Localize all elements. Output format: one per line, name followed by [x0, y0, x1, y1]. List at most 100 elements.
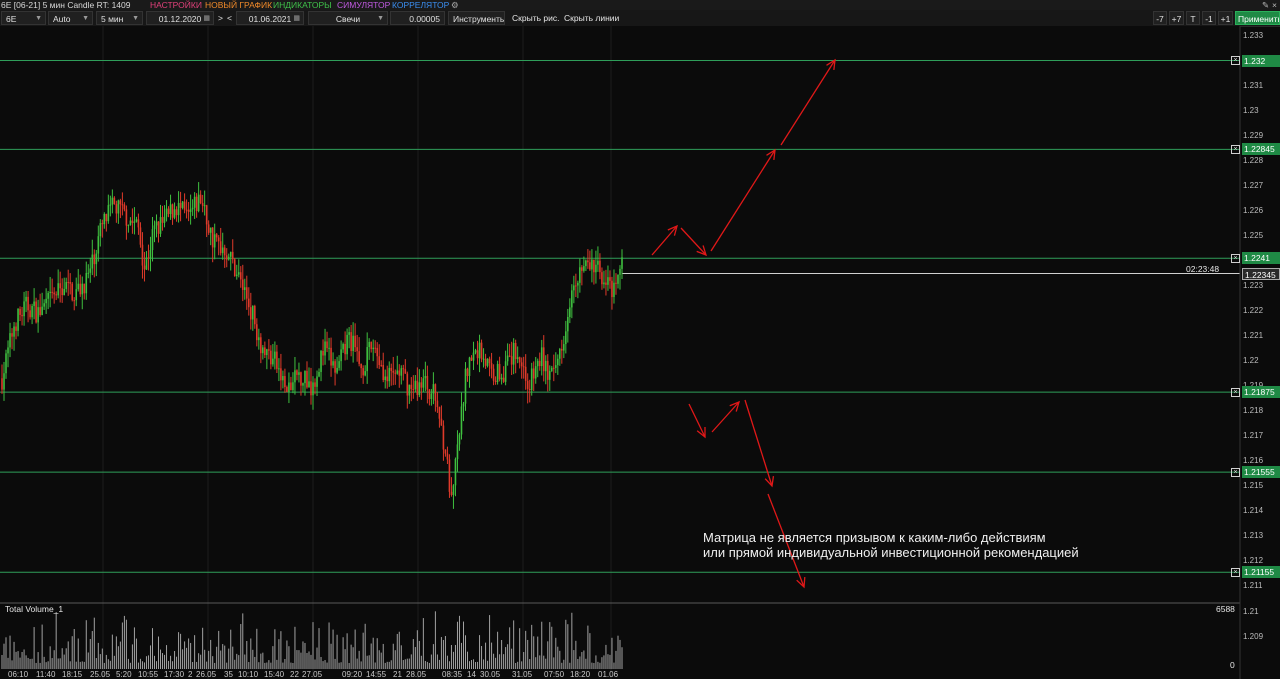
symbol-select[interactable]: 6E ▼ — [1, 11, 46, 25]
candle-body — [119, 200, 122, 205]
candle-body — [183, 201, 186, 210]
candle-body — [502, 377, 505, 382]
pin-icon[interactable]: ✎ — [1262, 0, 1269, 10]
candle-body — [51, 291, 53, 293]
remove-level-icon[interactable]: × — [1231, 253, 1240, 263]
minus7-button[interactable]: -7 — [1153, 11, 1167, 25]
hide-lines-button[interactable]: Скрыть линии — [564, 11, 619, 25]
chart-type-select[interactable]: Свечи ▼ — [308, 11, 388, 25]
candle-body — [229, 251, 232, 257]
candle-body — [609, 277, 611, 281]
t-button[interactable]: T — [1186, 11, 1200, 25]
candle-body — [514, 342, 517, 360]
candle-body — [254, 305, 256, 325]
candle-body — [444, 449, 447, 454]
menu-settings[interactable]: НАСТРОЙКИ — [150, 0, 202, 10]
candle-body — [336, 367, 338, 373]
candle-body — [320, 350, 322, 372]
candle-body — [504, 361, 507, 382]
candle-body — [217, 237, 220, 242]
time-tick-label: 2 — [188, 670, 193, 679]
candle-body — [1, 378, 3, 390]
candle-body — [591, 259, 593, 270]
candle-body — [181, 201, 184, 208]
candle-body — [13, 326, 15, 337]
candle-body — [358, 351, 360, 364]
plus1-button[interactable]: +1 — [1218, 11, 1233, 25]
date-to-field[interactable]: 01.06.2021 ▦ — [236, 11, 304, 25]
candle-body — [25, 296, 27, 302]
candle-body — [77, 283, 80, 290]
menu-correlator[interactable]: КОРРЕЛЯТОР — [392, 0, 449, 10]
minus1-button[interactable]: -1 — [1202, 11, 1216, 25]
price-chart[interactable] — [0, 26, 1280, 679]
candle-body — [39, 307, 41, 315]
candle-body — [432, 384, 435, 394]
remove-level-icon[interactable]: × — [1231, 144, 1240, 154]
date-from-field[interactable]: 01.12.2020 ▦ — [146, 11, 214, 25]
volume-max-label: 6588 — [1216, 604, 1235, 614]
chevron-down-icon: ▼ — [132, 15, 139, 22]
hide-drawings-button[interactable]: Скрыть рис. — [512, 11, 559, 25]
instruments-button[interactable]: Инструменты — [448, 11, 505, 25]
price-tick-label: 1.23 — [1243, 106, 1259, 116]
candle-body — [534, 366, 537, 379]
toolbar: 6E ▼ Auto ▼ 5 мин ▼ 01.12.2020 ▦ > < 01.06.2… — [0, 10, 1280, 27]
candle-body — [368, 341, 370, 348]
tick-size-field[interactable]: 0.00005 — [390, 11, 445, 25]
price-tick-label: 1.218 — [1243, 406, 1264, 416]
nav-prev-button[interactable]: < — [227, 11, 232, 25]
plus7-button[interactable]: +7 — [1169, 11, 1184, 25]
candle-body — [221, 247, 224, 254]
candle-body — [286, 386, 288, 392]
mode-select[interactable]: Auto ▼ — [48, 11, 93, 25]
candle-body — [318, 371, 320, 377]
calendar-icon[interactable]: ▦ — [293, 12, 300, 24]
remove-level-icon[interactable]: × — [1231, 467, 1240, 477]
remove-level-icon[interactable]: × — [1231, 567, 1240, 577]
menu-new-chart[interactable]: НОВЫЙ ГРАФИК — [205, 0, 272, 10]
candle-body — [484, 358, 487, 366]
candle-body — [384, 376, 387, 381]
candle-body — [266, 349, 268, 356]
candle-body — [585, 260, 587, 267]
candle-body — [250, 307, 252, 320]
nav-next-button[interactable]: > — [218, 11, 223, 25]
menu-simulator[interactable]: СИМУЛЯТОР — [337, 0, 390, 10]
candle-body — [603, 282, 605, 285]
timeframe-select[interactable]: 5 мин ▼ — [96, 11, 143, 25]
gears-icon[interactable]: ⚙ — [451, 0, 459, 10]
remove-level-icon[interactable]: × — [1231, 387, 1240, 397]
candle-body — [93, 254, 96, 265]
apply-button[interactable]: Применить — [1235, 11, 1280, 25]
current-price-label: 1.22345 — [1242, 268, 1280, 280]
candle-body — [532, 368, 535, 379]
candle-body — [530, 368, 533, 390]
calendar-icon[interactable]: ▦ — [203, 12, 210, 24]
level-label: 1.22845 — [1242, 143, 1280, 156]
candle-body — [392, 370, 395, 373]
candle-body — [121, 204, 124, 206]
candle-body — [231, 251, 234, 260]
candle-body — [406, 373, 409, 396]
price-tick-label: 1.209 — [1243, 631, 1264, 641]
price-tick-label: 1.221 — [1243, 331, 1264, 341]
candle-body — [508, 355, 511, 357]
candle-body — [95, 253, 98, 265]
close-icon[interactable]: × — [1272, 0, 1277, 10]
candle-body — [167, 208, 170, 215]
candle-body — [492, 368, 495, 381]
candle-body — [211, 227, 214, 248]
candle-body — [155, 221, 158, 226]
candle-body — [189, 209, 192, 212]
candle-body — [169, 204, 172, 215]
remove-level-icon[interactable]: × — [1231, 56, 1240, 66]
menu-indicators[interactable]: ИНДИКАТОРЫ — [273, 0, 332, 10]
price-tick-label: 1.229 — [1243, 131, 1264, 141]
candle-body — [59, 283, 61, 289]
candle-body — [109, 204, 112, 206]
candle-body — [362, 368, 364, 376]
chart-background — [0, 26, 1240, 679]
price-tick-label: 1.213 — [1243, 531, 1264, 541]
candle-body — [17, 308, 19, 331]
